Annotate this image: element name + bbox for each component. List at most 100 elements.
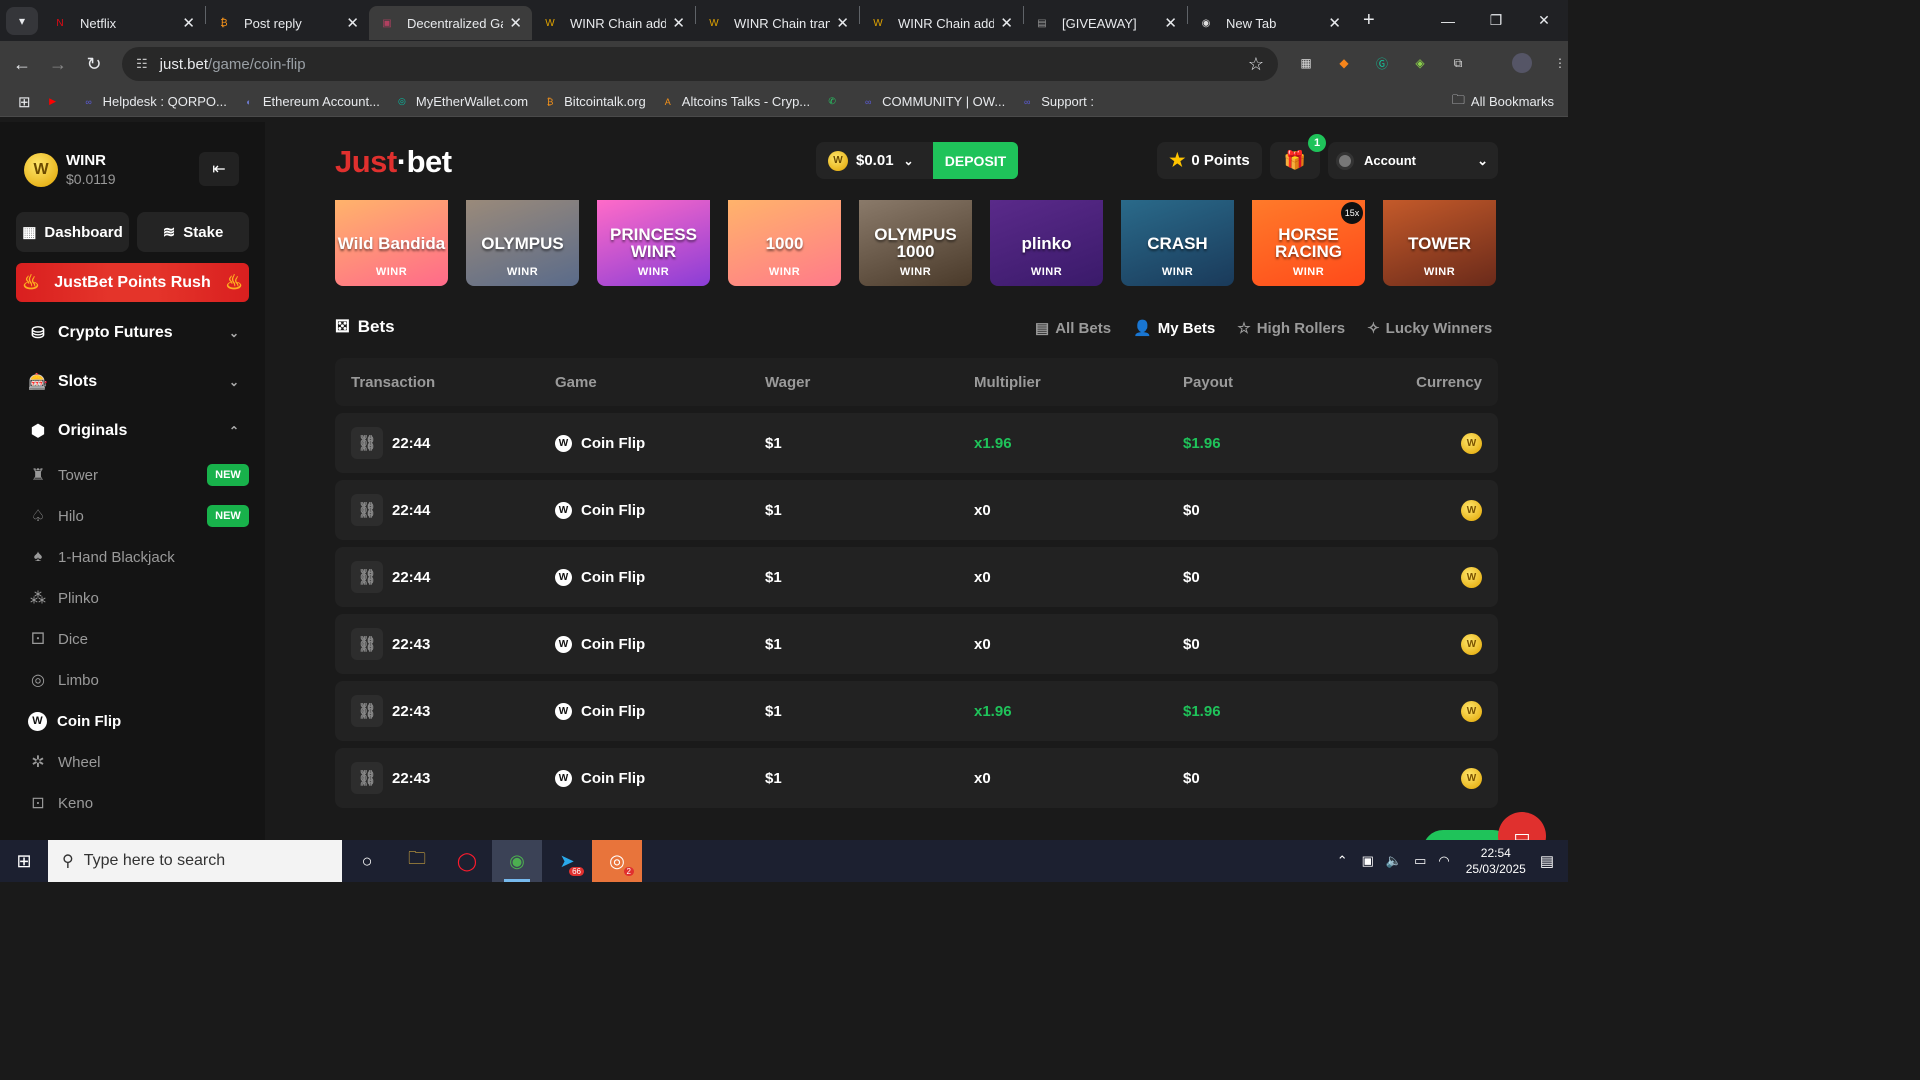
game-card[interactable]: CRASH WINR	[1121, 200, 1234, 286]
transaction-link-icon[interactable]: ⛓	[351, 628, 383, 660]
stake-button[interactable]: ≋ Stake	[137, 212, 249, 252]
wallet-extension-icon[interactable]: ◈	[1410, 53, 1430, 73]
bookmark-item[interactable]: ∞ Support :	[1019, 94, 1094, 110]
sidebar-item-wheel[interactable]: ✲ Wheel	[28, 747, 249, 777]
profile-avatar[interactable]	[1512, 53, 1532, 73]
sidebar-item-tower[interactable]: ♜ Tower NEW	[28, 460, 249, 490]
points-button[interactable]: ★ 0 Points	[1157, 142, 1262, 179]
close-window-button[interactable]: ✕	[1520, 0, 1568, 41]
tab-high-rollers[interactable]: ☆ High Rollers	[1237, 319, 1345, 338]
gift-button[interactable]: 🎁 1	[1270, 134, 1326, 179]
taskbar-search[interactable]: ⚲ Type here to search	[48, 840, 342, 882]
transaction-link-icon[interactable]: ⛓	[351, 762, 383, 794]
game-card[interactable]: OLYMPUS 1000 WINR	[859, 200, 972, 286]
url-bar[interactable]: ☷ just.bet/game/coin-flip ☆	[122, 47, 1278, 81]
transaction-link-icon[interactable]: ⛓	[351, 494, 383, 526]
browser-tab[interactable]: ◉ New Tab ✕	[1188, 6, 1351, 40]
browser-tab[interactable]: ▣ Decentralized Ga ✕	[369, 6, 532, 40]
task-view-icon[interactable]: ○	[342, 840, 392, 882]
browser-menu-icon[interactable]: ⋮	[1550, 53, 1570, 73]
support-chat-button[interactable]: ▭	[1498, 812, 1546, 840]
bookmark-item[interactable]: ₿ Bitcointalk.org	[542, 94, 646, 110]
tab-close-icon[interactable]: ✕	[509, 14, 522, 32]
bookmark-item[interactable]: A Altcoins Talks - Cryp...	[660, 94, 810, 110]
game-card[interactable]: OLYMPUS WINR	[466, 200, 579, 286]
tab-close-icon[interactable]: ✕	[1328, 14, 1341, 32]
notifications-icon[interactable]: ▤	[1540, 852, 1554, 870]
menu-crypto-futures[interactable]: ⛁ Crypto Futures ⌄	[28, 318, 249, 348]
game-card[interactable]: HORSE RACING WINR 15x	[1252, 200, 1365, 286]
wifi-icon[interactable]: ◠	[1438, 853, 1449, 869]
browser-tab[interactable]: ▤ [GIVEAWAY] ✕	[1024, 6, 1187, 40]
battery-icon[interactable]: ▭	[1414, 853, 1426, 869]
browser-tab[interactable]: N Netflix ✕	[42, 6, 205, 40]
transaction-link-icon[interactable]: ⛓	[351, 695, 383, 727]
grammarly-extension-icon[interactable]: Ⓖ	[1372, 53, 1392, 73]
tab-my-bets[interactable]: 👤 My Bets	[1133, 319, 1215, 338]
transaction-link-icon[interactable]: ⛓	[351, 427, 383, 459]
reload-button[interactable]: ↻	[76, 54, 112, 75]
game-card[interactable]: PRINCESS WINR WINR	[597, 200, 710, 286]
bookmark-item[interactable]: ✆	[824, 94, 846, 110]
metamask-extension-icon[interactable]: ◆	[1334, 53, 1354, 73]
restore-button[interactable]: ❐	[1472, 0, 1520, 41]
opera-icon[interactable]: ◯	[442, 840, 492, 882]
menu-slots[interactable]: 🎰 Slots ⌄	[28, 367, 249, 397]
tab-close-icon[interactable]: ✕	[182, 14, 195, 32]
apps-grid-icon[interactable]: ⊞	[18, 93, 31, 111]
sidebar-item-dice[interactable]: ⚀ Dice	[28, 624, 249, 654]
windows-start-icon[interactable]: ⊞	[0, 840, 48, 882]
all-bookmarks-button[interactable]: 🗀 All Bookmarks	[1452, 91, 1554, 113]
browser-tab[interactable]: W WINR Chain tran ✕	[696, 6, 859, 40]
bookmark-star-icon[interactable]: ☆	[1248, 54, 1264, 75]
dashboard-button[interactable]: ▦ Dashboard	[16, 212, 129, 252]
chrome-icon[interactable]: ◉	[492, 840, 542, 882]
browser-tab[interactable]: ₿ Post reply ✕	[206, 6, 369, 40]
game-card[interactable]: 1000 WINR	[728, 200, 841, 286]
sidebar-item-blackjack[interactable]: ♠ 1-Hand Blackjack	[28, 542, 249, 572]
tab-close-icon[interactable]: ✕	[672, 14, 685, 32]
bookmark-item[interactable]: ∞ Helpdesk : QORPO...	[81, 94, 226, 110]
deposit-button[interactable]: DEPOSIT	[933, 142, 1018, 179]
site-info-icon[interactable]: ☷	[136, 56, 148, 72]
bookmark-item[interactable]: ▶	[45, 94, 67, 110]
sidebar-item-limbo[interactable]: ◎ Limbo	[28, 665, 249, 695]
tab-all-bets[interactable]: ▤ All Bets	[1035, 319, 1111, 338]
game-card[interactable]: TOWER WINR	[1383, 200, 1496, 286]
qr-extension-icon[interactable]: ▦	[1296, 53, 1316, 73]
points-rush-banner[interactable]: ♨ JustBet Points Rush ♨	[16, 263, 249, 302]
discord-icon[interactable]: ◎ 2	[592, 840, 642, 882]
tab-close-icon[interactable]: ✕	[346, 14, 359, 32]
game-card[interactable]: plinko WINR	[990, 200, 1103, 286]
new-tab-button[interactable]: +	[1363, 9, 1375, 32]
tab-lucky-winners[interactable]: ✧ Lucky Winners	[1367, 319, 1492, 338]
volume-icon[interactable]: 🔈	[1386, 853, 1402, 869]
transaction-link-icon[interactable]: ⛓	[351, 561, 383, 593]
back-button[interactable]: ←	[4, 54, 40, 75]
bookmark-item[interactable]: ∞ COMMUNITY | OW...	[860, 94, 1005, 110]
bookmark-item[interactable]: ◐ Ethereum Account...	[241, 94, 380, 110]
justbet-logo[interactable]: Just·bet	[335, 144, 452, 180]
tray-chevron-icon[interactable]: ⌃	[1337, 853, 1348, 869]
account-dropdown[interactable]: Account ⌄	[1328, 142, 1498, 179]
tab-close-icon[interactable]: ✕	[1164, 14, 1177, 32]
bookmark-item[interactable]: ◎ MyEtherWallet.com	[394, 94, 528, 110]
minimize-button[interactable]: —	[1424, 0, 1472, 41]
balance-dropdown[interactable]: W $0.01 ⌄	[816, 142, 934, 179]
sidebar-item-keno[interactable]: ⊡ Keno	[28, 788, 249, 818]
tab-close-icon[interactable]: ✕	[1000, 14, 1013, 32]
sidebar-item-hilo[interactable]: ♤ Hilo NEW	[28, 501, 249, 531]
sidebar-item-plinko[interactable]: ⁂ Plinko	[28, 583, 249, 613]
forward-button[interactable]: →	[40, 54, 76, 75]
clock[interactable]: 22:54 25/03/2025	[1466, 845, 1526, 877]
tray-app-icon[interactable]: ▣	[1362, 853, 1374, 869]
browser-tab[interactable]: W WINR Chain add ✕	[860, 6, 1023, 40]
extensions-puzzle-icon[interactable]: ⧉	[1448, 53, 1468, 73]
game-card[interactable]: Wild Bandida WINR	[335, 200, 448, 286]
collapse-sidebar-button[interactable]: ⇤	[199, 152, 239, 186]
browser-tab[interactable]: W WINR Chain add ✕	[532, 6, 695, 40]
tab-close-icon[interactable]: ✕	[836, 14, 849, 32]
file-explorer-icon[interactable]: 🗀	[392, 840, 442, 882]
telegram-icon[interactable]: ➤ 66	[542, 840, 592, 882]
tab-search-button[interactable]: ▾	[6, 6, 38, 35]
